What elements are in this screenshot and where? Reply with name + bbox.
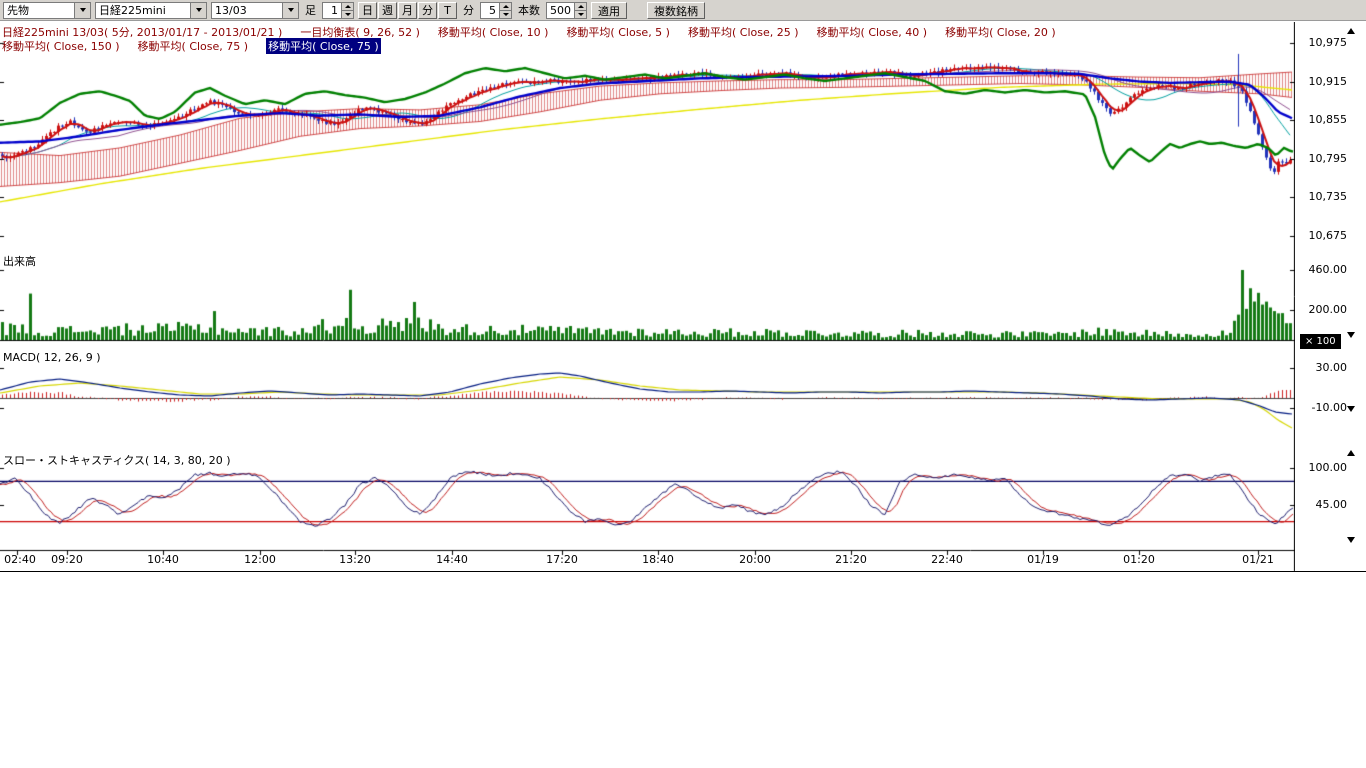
legend-item[interactable]: 移動平均( Close, 150 ) (2, 38, 120, 54)
volume-axis-label: 200.00 (1299, 303, 1347, 316)
legend-item[interactable]: 移動平均( Close, 75 ) (138, 38, 249, 54)
chevron-down-icon[interactable] (282, 3, 298, 18)
price-axis-label: 10,735 (1299, 190, 1347, 203)
stoch-axis-label: 100.00 (1299, 461, 1347, 474)
chevron-down-icon[interactable] (190, 3, 206, 18)
time-axis-label: 14:40 (432, 553, 472, 566)
legend-item[interactable]: 移動平均( Close, 40 ) (817, 24, 928, 40)
spinner-buttons[interactable] (499, 3, 511, 18)
symbol-dropdown[interactable]: 日経225mini (95, 2, 207, 19)
period-button-T[interactable]: T (438, 2, 457, 19)
time-axis-label: 01/21 (1238, 553, 1278, 566)
time-axis-label: 13:20 (335, 553, 375, 566)
chart-area: 日経225mini 13/03( 5分, 2013/01/17 - 2013/0… (0, 22, 1366, 574)
legend-item[interactable]: 移動平均( Close, 75 ) (266, 38, 381, 54)
time-axis-label: 17:20 (542, 553, 582, 566)
price-axis-label: 10,915 (1299, 75, 1347, 88)
ashi-label: 足 (303, 2, 318, 18)
pane-scroll-down-icon[interactable] (1347, 406, 1355, 412)
price-axis-label: 10,855 (1299, 113, 1347, 126)
pane-scroll-down-icon[interactable] (1347, 332, 1355, 338)
macd-axis-label: -10.00 (1299, 401, 1347, 414)
time-axis-label: 01/19 (1023, 553, 1063, 566)
volume-multiplier-badge: × 100 (1300, 334, 1341, 349)
symbol-dropdown-value: 日経225mini (96, 2, 190, 18)
legend-line2: 移動平均( Close, 150 ) 移動平均( Close, 75 ) 移動平均(… (2, 38, 381, 54)
period-buttons: 日週月分T (358, 2, 457, 19)
main-toolbar: 先物 日経225mini 13/03 足 1 日週月分T 分 5 本数 500 … (0, 0, 1366, 21)
period-button-分[interactable]: 分 (418, 2, 437, 19)
stoch-panel-label: スロー・ストキャスティクス( 14, 3, 80, 20 ) (3, 452, 231, 468)
macd-axis-label: 30.00 (1299, 361, 1347, 374)
time-axis-label: 10:40 (143, 553, 183, 566)
bars-label: 本数 (516, 2, 542, 18)
contract-dropdown-value: 13/03 (212, 4, 282, 17)
period-button-月[interactable]: 月 (398, 2, 417, 19)
period-button-日[interactable]: 日 (358, 2, 377, 19)
legend-item[interactable]: 移動平均( Close, 10 ) (438, 24, 549, 40)
price-chart-canvas[interactable] (0, 22, 1295, 572)
category-dropdown[interactable]: 先物 (3, 2, 91, 19)
time-axis-label: 12:00 (240, 553, 280, 566)
period-button-週[interactable]: 週 (378, 2, 397, 19)
minute-unit-label: 分 (461, 2, 476, 18)
spinner-buttons[interactable] (341, 3, 353, 18)
ashi-stepper[interactable]: 1 (322, 2, 354, 19)
volume-axis-label: 460.00 (1299, 263, 1347, 276)
stoch-axis-label: 45.00 (1299, 498, 1347, 511)
minute-stepper-value: 5 (481, 3, 499, 18)
volume-panel-label: 出来高 (3, 253, 36, 269)
time-axis-label: 18:40 (638, 553, 678, 566)
spinner-buttons[interactable] (574, 3, 586, 18)
time-axis-label: 20:00 (735, 553, 775, 566)
pane-scroll-down-icon[interactable] (1347, 537, 1355, 543)
multi-symbol-button[interactable]: 複数銘柄 (647, 2, 705, 19)
time-axis-label: 22:40 (927, 553, 967, 566)
bars-stepper[interactable]: 500 (546, 2, 587, 19)
contract-dropdown[interactable]: 13/03 (211, 2, 299, 19)
minute-stepper[interactable]: 5 (480, 2, 512, 19)
apply-button[interactable]: 適用 (591, 2, 627, 19)
time-axis-label: 02:40 (0, 553, 40, 566)
time-axis-label: 09:20 (47, 553, 87, 566)
time-axis-label: 01:20 (1119, 553, 1159, 566)
bottom-divider (0, 571, 1366, 572)
legend-item[interactable]: 移動平均( Close, 25 ) (688, 24, 799, 40)
chevron-down-icon[interactable] (74, 3, 90, 18)
ashi-stepper-value: 1 (323, 3, 341, 18)
legend-item[interactable]: 移動平均( Close, 5 ) (566, 24, 670, 40)
price-axis-label: 10,795 (1299, 152, 1347, 165)
legend-item[interactable]: 移動平均( Close, 20 ) (945, 24, 1056, 40)
price-axis-label: 10,675 (1299, 229, 1347, 242)
time-axis-label: 21:20 (831, 553, 871, 566)
macd-panel-label: MACD( 12, 26, 9 ) (3, 351, 101, 364)
price-axis-label: 10,975 (1299, 36, 1347, 49)
bars-stepper-value: 500 (547, 3, 574, 18)
category-dropdown-value: 先物 (4, 2, 74, 18)
pane-scroll-up-icon[interactable] (1347, 450, 1355, 456)
pane-scroll-up-icon[interactable] (1347, 28, 1355, 34)
